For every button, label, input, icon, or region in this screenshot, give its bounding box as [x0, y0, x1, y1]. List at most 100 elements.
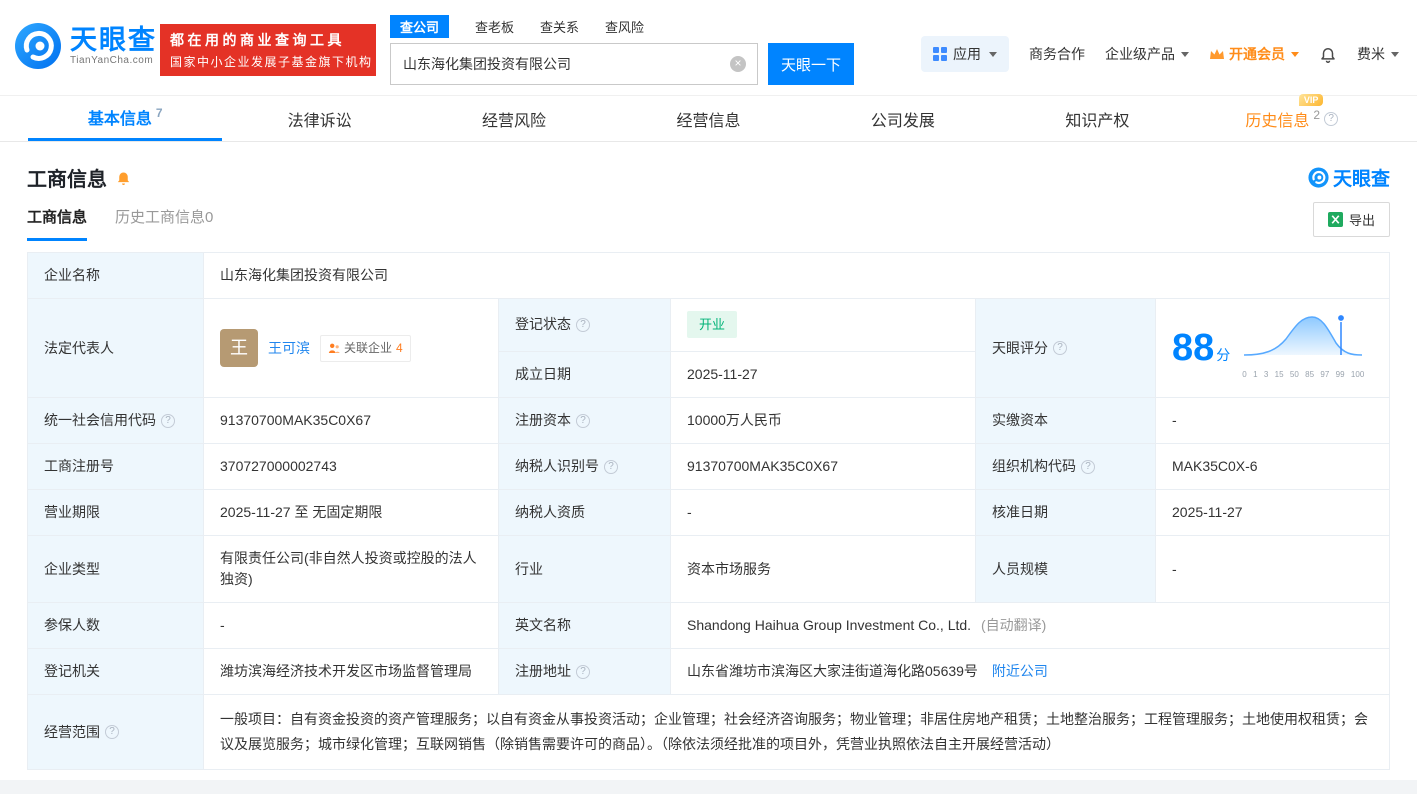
taxpayer-id-value: 91370700MAK35C0X67 [670, 443, 976, 490]
score-label: 天眼评分 [975, 298, 1156, 398]
legal-rep-label: 法定代表人 [27, 298, 204, 398]
export-button[interactable]: 导出 [1312, 202, 1390, 237]
search-tab-risk[interactable]: 查风险 [605, 17, 644, 36]
credit-code-value: 91370700MAK35C0X67 [203, 397, 499, 444]
crown-icon [1210, 49, 1224, 59]
score-chart-axis: 01 3 15 50 85 97 99 100 [1242, 370, 1365, 379]
paid-capital-label: 实缴资本 [975, 397, 1156, 444]
related-companies-count: 4 [396, 340, 403, 355]
tab-label: 公司发展 [870, 112, 935, 130]
address-text: 山东省潍坊市滨海区大家洼街道海化路05639号 [687, 663, 978, 679]
table-row: 工商注册号 370727000002743 纳税人识别号 91370700MAK… [27, 443, 1390, 490]
help-icon[interactable] [161, 413, 175, 428]
taxpayer-id-label: 纳税人识别号 [498, 443, 671, 490]
grid-icon [933, 47, 947, 61]
taxpayer-quality-value: - [670, 489, 976, 536]
table-row: 法定代表人 王 王可滨 关联企业 4 登记状态 ? 开业 天眼评分 ? 88 分… [27, 298, 1390, 398]
user-menu[interactable]: 费米 [1357, 44, 1399, 64]
paid-capital-value: - [1155, 397, 1390, 444]
chevron-down-icon [989, 51, 997, 57]
subtab-business-info[interactable]: 工商信息 [27, 206, 88, 241]
clear-input-icon[interactable] [730, 56, 746, 72]
tab-count: 2 [1313, 107, 1321, 122]
vip-label: 开通会员 [1229, 46, 1285, 62]
score-unit: 分 [1216, 347, 1231, 363]
tab-label: 经营信息 [676, 112, 741, 130]
search-input[interactable] [390, 43, 758, 85]
nearby-companies-link[interactable]: 附近公司 [992, 663, 1048, 679]
section-title: 工商信息 [27, 168, 107, 191]
help-icon[interactable] [1081, 459, 1095, 474]
business-scope-label: 经营范围 [27, 694, 204, 770]
tianyancha-watermark: 天眼查 [1308, 164, 1390, 191]
business-term-value: 2025-11-27 至 无固定期限 [203, 489, 499, 536]
industry-label: 行业 [498, 535, 671, 603]
help-icon[interactable] [604, 459, 618, 474]
help-icon[interactable] [576, 664, 590, 679]
notification-bell-icon[interactable] [1319, 45, 1337, 63]
banner-line1: 都在用的商业查询工具 [170, 32, 345, 48]
taxpayer-quality-label: 纳税人资质 [498, 489, 671, 536]
subtab-history-business-info[interactable]: 历史工商信息0 [115, 206, 213, 238]
monitor-bell-icon[interactable] [115, 169, 132, 186]
tab-label: 历史信息 [1245, 112, 1310, 130]
menu-enterprise-products[interactable]: 企业级产品 [1105, 44, 1189, 64]
related-companies-badge[interactable]: 关联企业 4 [320, 334, 411, 362]
menu-business-cooperation[interactable]: 商务合作 [1029, 44, 1085, 64]
table-row: 营业期限 2025-11-27 至 无固定期限 纳税人资质 - 核准日期 202… [27, 489, 1390, 536]
watermark-text: 天眼查 [1332, 169, 1390, 190]
tab-intellectual-property[interactable]: 知识产权 [1000, 96, 1194, 141]
top-menu: 应用 商务合作 企业级产品 开通会员 费米 [921, 36, 1399, 72]
help-icon[interactable] [1053, 341, 1067, 355]
company-type-label: 企业类型 [27, 535, 204, 603]
tab-label: 知识产权 [1065, 112, 1130, 130]
apps-button[interactable]: 应用 [921, 36, 1009, 72]
tab-label: 法律诉讼 [287, 112, 352, 130]
search-tab-relation[interactable]: 查关系 [540, 17, 579, 36]
tab-basic-info[interactable]: 基本信息 7 [28, 96, 223, 141]
legal-rep-name-link[interactable]: 王可滨 [268, 338, 310, 359]
tab-operation-info[interactable]: 经营信息 [611, 96, 805, 141]
watermark-logo-icon [1308, 167, 1329, 188]
status-badge: 开业 [687, 311, 738, 339]
reg-capital-label: 注册资本 [498, 397, 671, 444]
english-name-text: Shandong Haihua Group Investment Co., Lt… [687, 617, 972, 633]
tab-company-development[interactable]: 公司发展 [806, 96, 1000, 141]
business-term-label: 营业期限 [27, 489, 204, 536]
reg-number-value: 370727000002743 [203, 443, 499, 490]
search-tab-boss[interactable]: 查老板 [475, 17, 514, 36]
search-tabs: 查公司 查老板 查关系 查风险 [390, 14, 854, 38]
chevron-down-icon [1291, 51, 1299, 57]
tab-history-info[interactable]: 历史信息 VIP 2 [1195, 93, 1389, 141]
business-scope-value: 一般项目：自有资金投资的资产管理服务；以自有资金从事投资活动；企业管理；社会经济… [203, 694, 1390, 770]
legal-rep-value: 王 王可滨 关联企业 4 [203, 298, 499, 398]
logo-text-cn: 天眼查 [70, 24, 157, 55]
menu-open-vip[interactable]: 开通会员 [1209, 44, 1299, 64]
banner-line2: 国家中小企业发展子基金旗下机构 [170, 55, 373, 69]
page-bottom-divider [0, 780, 1417, 794]
insured-value: - [203, 602, 499, 649]
subtab-count: 0 [205, 209, 214, 226]
tianyancha-logo[interactable]: 天眼查 TianYanCha.com [14, 22, 157, 70]
staff-size-label: 人员规模 [975, 535, 1156, 603]
help-icon[interactable] [105, 725, 119, 739]
score-distribution-chart: 01 3 15 50 85 97 99 100 [1242, 311, 1364, 385]
table-row: 登记机关 潍坊滨海经济技术开发区市场监督管理局 注册地址 山东省潍坊市滨海区大家… [27, 648, 1390, 695]
table-row: 经营范围 一般项目：自有资金投资的资产管理服务；以自有资金从事投资活动；企业管理… [27, 694, 1390, 770]
help-icon[interactable] [576, 413, 590, 428]
main-content: 工商信息 天眼查 工商信息 历史工商信息0 导出 企业名称 山东海化集团投资有限… [0, 162, 1417, 770]
tab-legal-litigation[interactable]: 法律诉讼 [222, 96, 416, 141]
tab-label: 基本信息 [87, 111, 152, 128]
search-button[interactable]: 天眼一下 [768, 43, 854, 85]
help-icon[interactable] [1324, 111, 1339, 126]
english-name-value: Shandong Haihua Group Investment Co., Lt… [670, 602, 1390, 649]
approval-date-value: 2025-11-27 [1155, 489, 1390, 536]
est-date-label: 成立日期 [498, 350, 671, 399]
legal-rep-avatar[interactable]: 王 [220, 329, 258, 367]
tab-operation-risk[interactable]: 经营风险 [417, 96, 611, 141]
promo-banner: 都在用的商业查询工具 国家中小企业发展子基金旗下机构 [160, 24, 376, 76]
help-icon[interactable] [576, 317, 590, 332]
enterprise-label: 企业级产品 [1105, 46, 1175, 62]
est-date-value: 2025-11-27 [670, 350, 976, 399]
search-tab-company[interactable]: 查公司 [390, 14, 450, 38]
